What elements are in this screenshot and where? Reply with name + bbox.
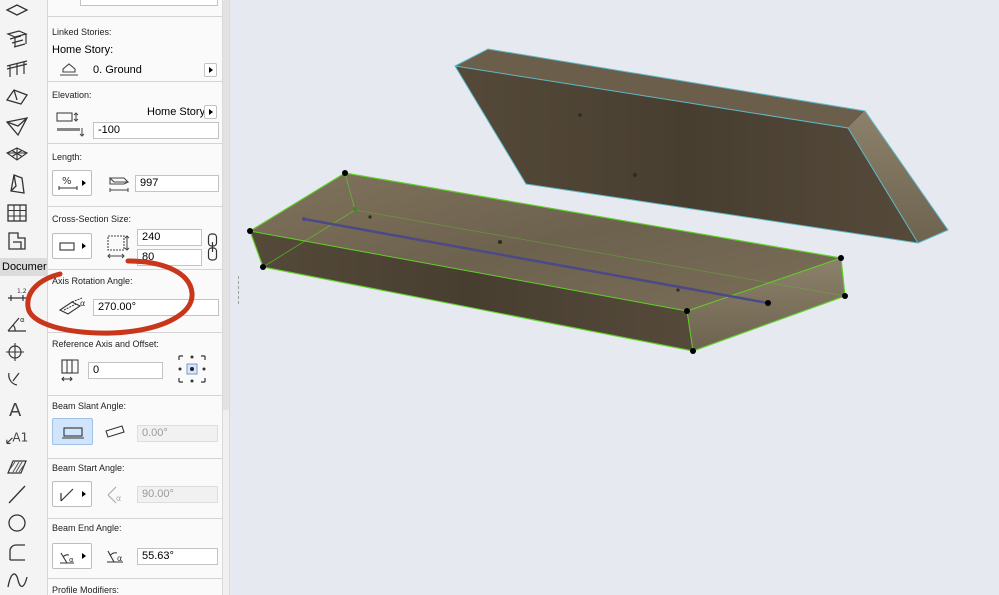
slab-icon[interactable] xyxy=(3,0,31,24)
beam-settings-panel: Linked Stories: Home Story: 0. Ground El… xyxy=(25,0,222,595)
hotspot[interactable] xyxy=(247,228,253,234)
text-tool-glyph: A xyxy=(9,400,22,419)
start-angle-mode-button[interactable] xyxy=(52,481,92,507)
profile-modifiers-title: Profile Modifiers: xyxy=(52,585,120,595)
reference-axis-section: Reference Axis and Offset: 0 xyxy=(48,333,222,396)
home-story-menu-button[interactable] xyxy=(204,63,217,77)
reference-offset-input[interactable]: 0 xyxy=(88,362,163,379)
link-chain-icon[interactable] xyxy=(207,232,218,265)
hotspot[interactable] xyxy=(838,255,844,261)
label-tool-text: A1 xyxy=(12,431,28,445)
stair-icon[interactable] xyxy=(3,27,31,51)
end-angle-section: Beam End Angle: α α 55.63° xyxy=(48,519,222,579)
curtain-wall-icon[interactable] xyxy=(3,201,31,225)
anchor-point-selector[interactable] xyxy=(176,353,208,388)
length-section: Length: % 997 xyxy=(48,144,222,207)
start-angle-title: Beam Start Angle: xyxy=(52,463,125,473)
circle-icon[interactable] xyxy=(3,511,31,535)
elevation-section: Elevation: Home Story -100 xyxy=(48,82,222,144)
profile-modifiers-section: Profile Modifiers: xyxy=(48,579,222,595)
line-icon[interactable] xyxy=(3,482,31,506)
linked-stories-section: Linked Stories: Home Story: 0. Ground xyxy=(48,17,222,82)
level-dimension-icon[interactable] xyxy=(3,339,31,363)
length-icon xyxy=(106,172,132,197)
mesh-icon[interactable] xyxy=(3,143,31,167)
object-icon[interactable] xyxy=(3,229,31,253)
slant-angle-section: Beam Slant Angle: 0.00° xyxy=(48,396,222,459)
slanted-beam-button[interactable] xyxy=(103,422,127,443)
length-input[interactable]: 997 xyxy=(135,175,219,192)
slant-angle-input: 0.00° xyxy=(137,425,218,442)
radial-dimension-icon[interactable] xyxy=(3,366,31,390)
label-icon[interactable]: A1 xyxy=(3,424,31,448)
svg-text:α: α xyxy=(117,554,122,563)
hotspot[interactable] xyxy=(765,300,771,306)
railing-icon[interactable] xyxy=(3,56,31,80)
fill-icon[interactable] xyxy=(3,454,31,478)
svg-text:%: % xyxy=(62,176,72,187)
linked-stories-title: Linked Stories: xyxy=(52,27,112,37)
elevation-icon xyxy=(54,110,88,141)
start-angle-icon: α xyxy=(104,483,130,508)
home-story-icon xyxy=(58,61,80,80)
slant-angle-title: Beam Slant Angle: xyxy=(52,401,127,411)
end-angle-icon: α xyxy=(104,544,130,569)
end-angle-input[interactable]: 55.63° xyxy=(137,548,218,565)
elevation-reference[interactable]: Home Story xyxy=(147,106,205,118)
cross-section-title: Cross-Section Size: xyxy=(52,214,132,224)
text-icon[interactable]: A xyxy=(3,396,31,420)
svg-text:α: α xyxy=(69,556,74,564)
elevation-title: Elevation: xyxy=(52,90,92,100)
shell-icon[interactable] xyxy=(3,114,31,138)
hotspot[interactable] xyxy=(342,170,348,176)
reference-axis-offset-icon xyxy=(58,357,84,386)
polyline-icon[interactable] xyxy=(3,540,31,564)
home-story-value[interactable]: 0. Ground xyxy=(93,64,142,76)
3d-viewport[interactable] xyxy=(230,0,999,595)
panel-scroll-thumb[interactable] xyxy=(223,0,229,410)
elevation-input[interactable]: -100 xyxy=(93,122,219,139)
roof-icon[interactable] xyxy=(3,85,31,109)
hotspot[interactable] xyxy=(684,308,690,314)
top-section xyxy=(48,0,222,17)
horizontal-beam-button[interactable] xyxy=(52,418,93,445)
elevation-reference-menu-button[interactable] xyxy=(204,105,217,119)
3d-model-canvas[interactable] xyxy=(230,0,999,595)
hotspot[interactable] xyxy=(260,264,266,270)
length-mode-button[interactable]: % xyxy=(52,170,92,196)
length-title: Length: xyxy=(52,152,83,162)
start-angle-section: Beam Start Angle: α 90.00° xyxy=(48,459,222,519)
morph-icon[interactable] xyxy=(3,172,31,196)
highlight-ellipse xyxy=(25,258,195,336)
end-angle-title: Beam End Angle: xyxy=(52,523,122,533)
end-angle-mode-button[interactable]: α xyxy=(52,543,92,569)
start-angle-input: 90.00° xyxy=(137,486,218,503)
spline-icon[interactable] xyxy=(3,568,31,592)
reference-axis-title: Reference Axis and Offset: xyxy=(52,339,159,349)
hotspot[interactable] xyxy=(690,348,696,354)
home-story-label: Home Story: xyxy=(52,44,114,56)
svg-text:α: α xyxy=(116,494,121,503)
hotspot[interactable] xyxy=(842,293,848,299)
cross-section-width-input[interactable]: 240 xyxy=(137,229,202,246)
